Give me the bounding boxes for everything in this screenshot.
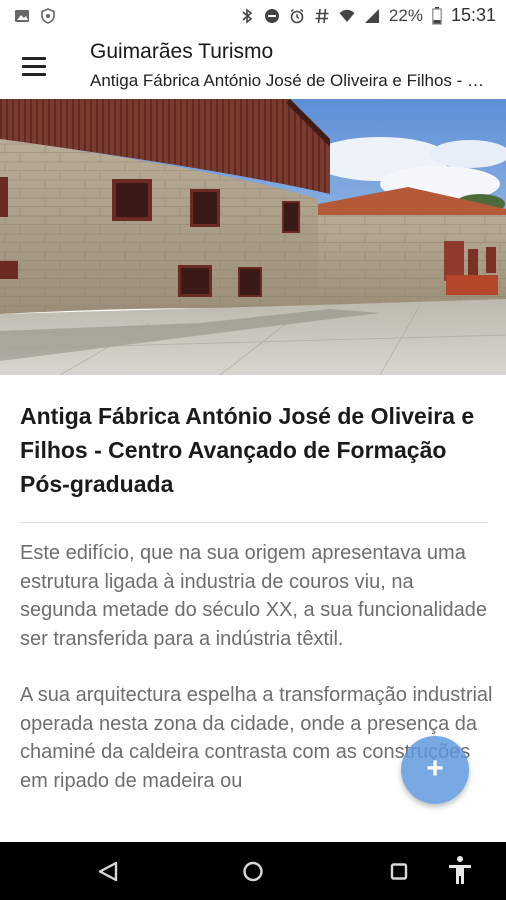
- description-paragraph: Este edifício, que na sua origem apresen…: [20, 542, 488, 650]
- menu-button[interactable]: [14, 49, 54, 83]
- hero-image: [0, 99, 506, 375]
- image-icon: [15, 10, 29, 22]
- place-title: Antiga Fábrica António José de Oliveira …: [20, 403, 475, 497]
- hamburger-icon-line: [22, 65, 46, 68]
- add-fab-button[interactable]: +: [401, 736, 469, 804]
- signal-icon: [364, 8, 379, 23]
- app-subtitle: Antiga Fábrica António José de Oliveira …: [90, 71, 495, 90]
- shield-icon: [41, 8, 55, 24]
- recents-icon: [390, 863, 408, 880]
- do-not-disturb-icon: [264, 8, 279, 23]
- alarm-icon: [290, 8, 304, 23]
- app-bar: Guimarães Turismo Antiga Fábrica António…: [0, 33, 506, 99]
- accessibility-icon: [449, 856, 471, 884]
- plus-icon: +: [426, 752, 444, 785]
- accessibility-button[interactable]: [430, 842, 490, 900]
- recents-button[interactable]: [369, 842, 429, 900]
- app-title: Guimarães Turismo: [90, 40, 274, 63]
- hamburger-icon-line: [22, 57, 46, 60]
- wifi-icon: [339, 9, 355, 22]
- bluetooth-icon: [242, 7, 253, 24]
- home-button[interactable]: [223, 842, 283, 900]
- hamburger-icon-line: [22, 73, 46, 76]
- navigation-bar: [0, 842, 506, 900]
- home-icon: [243, 861, 263, 882]
- clock: 15:31: [450, 5, 496, 25]
- battery-percent: 22%: [388, 5, 423, 25]
- back-button[interactable]: [78, 842, 138, 900]
- back-icon: [98, 861, 118, 882]
- hash-icon: [315, 8, 329, 23]
- battery-icon: [432, 6, 442, 25]
- status-bar: 22% 15:31: [0, 0, 506, 33]
- divider: [20, 522, 488, 523]
